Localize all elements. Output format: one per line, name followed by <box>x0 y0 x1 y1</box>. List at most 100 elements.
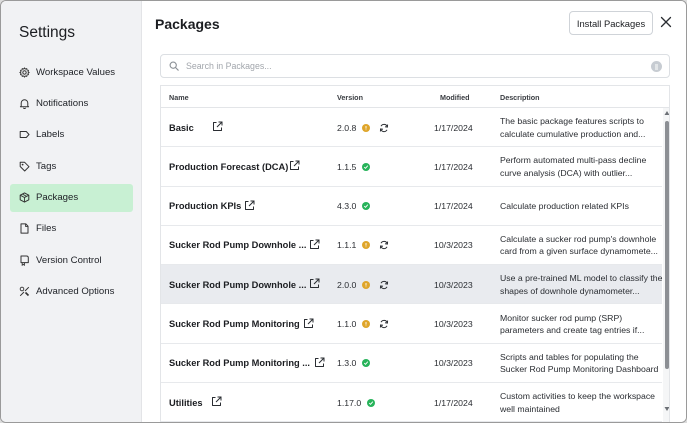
version-cell: 1.1.5 <box>337 147 371 186</box>
git-branch-icon <box>20 255 29 266</box>
sidebar-item-label: Tags <box>36 160 57 172</box>
search-shortcut-icon <box>651 61 662 72</box>
tag-icon <box>19 161 30 172</box>
external-link-icon[interactable] <box>314 357 325 368</box>
scroll-down-icon[interactable] <box>664 406 670 412</box>
table-row[interactable]: Production Forecast (DCA) 1.1.5 1/17/2024 P… <box>161 147 662 187</box>
table-scrollbar[interactable] <box>663 108 670 422</box>
package-name[interactable]: Sucker Rod Pump Monitoring ... <box>169 344 310 383</box>
modified-date: 10/3/2023 <box>434 279 473 290</box>
search-bar <box>160 54 670 78</box>
table-row[interactable]: Production KPIs 4.3.0 1/17/2024 Calculate p… <box>161 186 662 226</box>
version-text: 1.3.0 <box>337 358 357 369</box>
header-version[interactable]: Version <box>337 93 363 102</box>
sidebar-item-label: Workspace Values <box>36 66 116 78</box>
sidebar-title: Settings <box>19 24 76 41</box>
version-text: 1.1.0 <box>337 319 357 329</box>
header-name[interactable]: Name <box>169 93 189 102</box>
sidebar-item-advanced-options[interactable]: Advanced Options <box>10 278 133 306</box>
package-name[interactable]: Sucker Rod Pump Downhole ... <box>169 226 306 265</box>
check-status-icon <box>362 202 371 211</box>
sidebar-item-notifications[interactable]: Notifications <box>10 89 133 117</box>
modified-date: 10/3/2023 <box>434 240 473 251</box>
sidebar-item-label: Files <box>36 223 57 235</box>
sidebar-item-workspace-values[interactable]: Workspace Values <box>10 58 133 86</box>
version-cell: 1.3.0 <box>337 344 371 383</box>
version-text: 1.1.5 <box>337 161 357 172</box>
sidebar: Settings Workspace Values Notifications La… <box>1 1 142 422</box>
version-cell: 2.0.0 <box>337 265 389 304</box>
close-icon[interactable] <box>659 15 673 29</box>
scroll-up-icon[interactable] <box>664 110 670 116</box>
table-header: Name Version Modified Description <box>161 86 669 108</box>
modified-date: 10/3/2023 <box>434 319 473 329</box>
package-name[interactable]: Production Forecast (DCA) <box>169 147 288 186</box>
external-link-icon[interactable] <box>244 200 255 211</box>
version-text: 2.0.8 <box>337 122 357 133</box>
sidebar-item-label: Packages <box>36 192 79 204</box>
package-description: Monitor sucker rod pump (SRP) parameters… <box>500 312 645 336</box>
package-name[interactable]: Utilities <box>169 383 203 422</box>
version-text: 4.3.0 <box>337 201 357 212</box>
table-row[interactable]: Utilities 1.17.0 1/17/2024 Custom activitie… <box>161 383 662 422</box>
package-description: Calculate production related KPIs <box>500 200 629 211</box>
table-row[interactable]: Sucker Rod Pump Monitoring ... 1.3.0 10/3/… <box>161 343 662 384</box>
header-modified[interactable]: Modified <box>440 93 470 102</box>
version-text: 1.17.0 <box>337 397 362 408</box>
external-link-icon[interactable] <box>289 160 300 171</box>
external-link-icon[interactable] <box>309 278 320 289</box>
check-status-icon <box>367 398 376 407</box>
file-icon <box>20 223 29 235</box>
search-input[interactable] <box>186 61 626 71</box>
table-row[interactable]: Basic 2.0.8 1/17/2024 The basic package fea… <box>161 108 662 148</box>
sidebar-item-files[interactable]: Files <box>10 215 133 243</box>
package-name[interactable]: Sucker Rod Pump Downhole ... <box>169 265 306 304</box>
gear-icon <box>19 66 30 78</box>
sidebar-item-label: Advanced Options <box>36 286 115 298</box>
package-description: The basic package features scripts to ca… <box>500 116 646 139</box>
package-description: Custom activities to keep the workspace … <box>500 391 655 414</box>
version-cell: 2.0.8 <box>337 108 389 147</box>
bell-icon <box>19 99 30 109</box>
sidebar-item-packages[interactable]: Packages <box>10 183 133 212</box>
install-packages-button[interactable]: Install Packages <box>569 11 653 35</box>
warning-status-icon <box>362 320 371 328</box>
sidebar-item-tags[interactable]: Tags <box>10 152 133 180</box>
warning-status-icon <box>362 241 371 250</box>
settings-window: Settings Workspace Values Notifications La… <box>0 0 687 423</box>
modified-date: 1/17/2024 <box>434 161 473 172</box>
modified-date: 10/3/2023 <box>434 358 473 369</box>
check-status-icon <box>362 162 371 171</box>
main-panel: Packages Install Packages Name Version M… <box>142 1 686 422</box>
sidebar-item-label: Notifications <box>36 97 89 109</box>
table-row[interactable]: Sucker Rod Pump Downhole ... 1.1.1 10/3/20… <box>161 225 662 266</box>
header-description[interactable]: Description <box>500 93 540 102</box>
scroll-thumb[interactable] <box>664 121 669 369</box>
table-row[interactable]: Sucker Rod Pump Monitoring 1.1.0 10/3/2023… <box>161 304 662 344</box>
warning-status-icon <box>362 123 371 132</box>
version-cell: 1.17.0 <box>337 383 376 422</box>
packages-table: Name Version Modified Description Basic 2… <box>160 85 670 422</box>
package-name[interactable]: Production KPIs <box>169 187 241 226</box>
warning-status-icon <box>362 280 371 289</box>
sidebar-item-label: Labels <box>36 129 65 141</box>
package-description: Calculate a sucker rod pump's downhole c… <box>500 233 658 257</box>
package-icon <box>19 192 30 203</box>
update-icon[interactable] <box>379 280 389 290</box>
external-link-icon[interactable] <box>303 318 314 329</box>
external-link-icon[interactable] <box>309 239 320 250</box>
table-row[interactable]: Sucker Rod Pump Downhole ... 2.0.0 10/3/20… <box>161 265 662 305</box>
modified-date: 1/17/2024 <box>434 122 473 133</box>
search-icon <box>169 61 179 71</box>
package-name[interactable]: Basic <box>169 108 194 147</box>
external-link-icon[interactable] <box>211 396 222 407</box>
sidebar-item-labels[interactable]: Labels <box>10 121 133 149</box>
external-link-icon[interactable] <box>212 121 223 132</box>
update-icon[interactable] <box>379 123 389 133</box>
package-name[interactable]: Sucker Rod Pump Monitoring <box>169 305 300 344</box>
update-icon[interactable] <box>379 319 389 329</box>
sidebar-item-version-control[interactable]: Version Control <box>10 246 133 274</box>
package-description: Perform automated multi-pass decline cur… <box>500 155 647 178</box>
version-cell: 1.1.1 <box>337 226 389 265</box>
update-icon[interactable] <box>379 240 389 250</box>
